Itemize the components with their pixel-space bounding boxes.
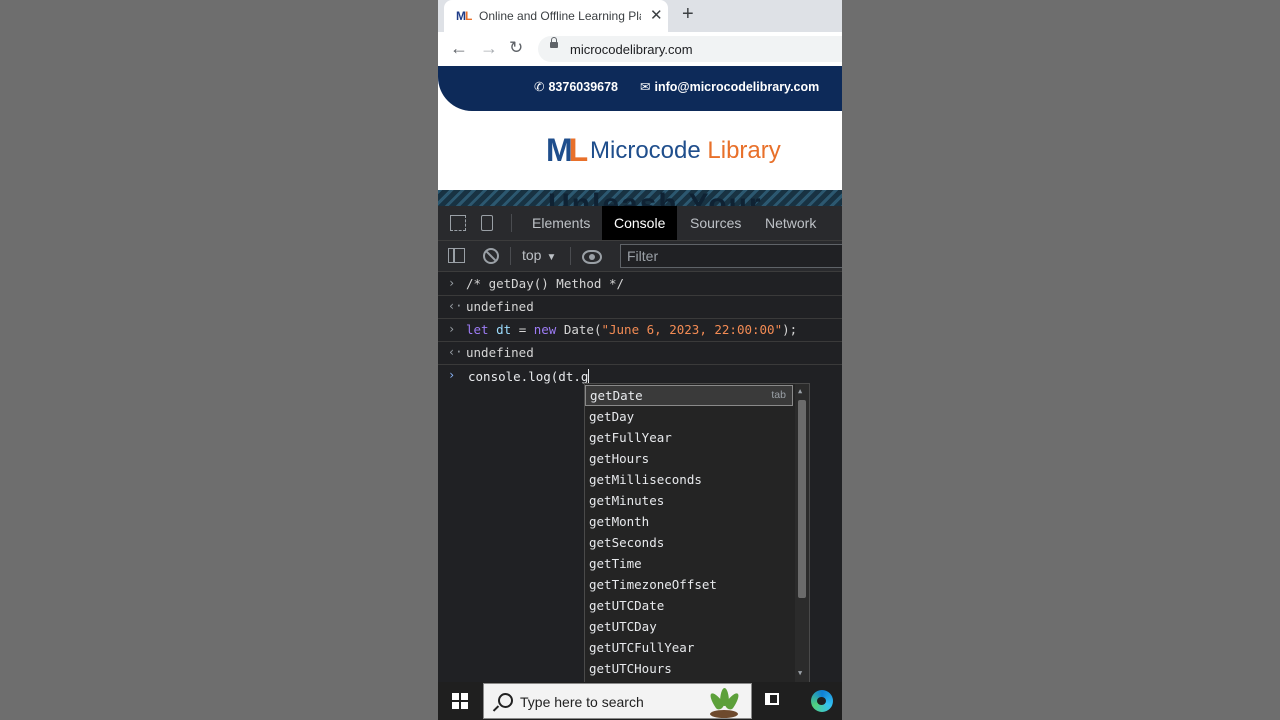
forward-arrow-icon[interactable]: → [480, 38, 498, 59]
logo-text: Microcode Library [590, 137, 781, 164]
console-result: undefined [466, 345, 534, 360]
tab-hint: tab [771, 389, 786, 401]
output-return-icon: ‹· [448, 345, 463, 359]
autocomplete-item[interactable]: getUTCFullYear [585, 637, 793, 658]
autocomplete-item[interactable]: getMonth [585, 511, 793, 532]
autocomplete-item[interactable]: getUTCHours [585, 658, 793, 679]
web-page: ✆ 8376039678 ✉ info@microcodelibrary.com M… [438, 66, 842, 206]
sidebar-toggle-icon[interactable] [448, 248, 465, 263]
divider [570, 247, 571, 265]
output-return-icon: ‹· [448, 299, 463, 313]
prompt-chevron-icon: › [448, 368, 456, 382]
site-contact-bar: ✆ 8376039678 ✉ info@microcodelibrary.com [438, 66, 842, 111]
tab-elements[interactable]: Elements [520, 206, 602, 240]
edge-browser-icon[interactable] [811, 690, 833, 712]
hero-heading: Unleash Your [548, 188, 763, 206]
autocomplete-scrollbar[interactable]: ▲ ▼ [795, 384, 809, 682]
left-background [0, 0, 438, 720]
right-background [842, 0, 1280, 720]
search-icon [498, 693, 513, 708]
live-expression-eye-icon[interactable] [582, 250, 602, 264]
email-address: info@microcodelibrary.com [654, 80, 820, 94]
autocomplete-item[interactable]: getTime [585, 553, 793, 574]
console-line: › let dt = new Date("June 6, 2023, 22:00… [438, 318, 842, 342]
divider [511, 214, 512, 232]
scroll-up-icon[interactable]: ▲ [798, 387, 802, 395]
lock-icon[interactable] [550, 37, 558, 48]
browser-toolbar: ← → ↻ microcodelibrary.com [438, 32, 842, 66]
mail-icon: ✉ [640, 80, 651, 94]
input-chevron-icon: › [448, 322, 456, 336]
search-placeholder: Type here to search [520, 694, 644, 710]
autocomplete-item[interactable]: getTimezoneOffset [585, 574, 793, 595]
tab-network[interactable]: Network [753, 206, 828, 240]
console-command: let dt = new Date("June 6, 2023, 22:00:0… [466, 322, 798, 337]
scrollbar-thumb[interactable] [798, 400, 806, 598]
console-toolbar: top ▼ [438, 241, 842, 272]
scroll-down-icon[interactable]: ▼ [798, 669, 802, 677]
contact-email[interactable]: ✉ info@microcodelibrary.com [640, 79, 819, 94]
plant-illustration-icon [704, 686, 744, 718]
task-view-icon[interactable] [765, 693, 779, 705]
console-input[interactable]: console.log(dt.g [468, 369, 590, 384]
autocomplete-item[interactable]: getDate tab [585, 385, 793, 406]
taskbar-search-box[interactable]: Type here to search [483, 683, 752, 719]
context-selector[interactable]: top ▼ [522, 247, 556, 263]
autocomplete-item[interactable]: getMinutes [585, 490, 793, 511]
autocomplete-dropdown[interactable]: getDate tab getDay getFullYear getHours g… [584, 383, 810, 683]
contact-phone[interactable]: ✆ 8376039678 [534, 79, 618, 94]
new-tab-icon[interactable]: + [682, 3, 694, 26]
autocomplete-item[interactable]: getMilliseconds [585, 469, 793, 490]
chevron-down-icon: ▼ [546, 252, 557, 263]
autocomplete-item[interactable]: getUTCDate [585, 595, 793, 616]
console-filter-input[interactable] [620, 244, 842, 268]
autocomplete-item[interactable]: getFullYear [585, 427, 793, 448]
autocomplete-item[interactable]: getDay [585, 406, 793, 427]
site-favicon-icon: ML [456, 9, 472, 23]
autocomplete-item[interactable]: getSeconds [585, 532, 793, 553]
tab-strip: ML Online and Offline Learning Platf ✕ + [438, 0, 842, 32]
close-tab-icon[interactable]: ✕ [650, 6, 663, 24]
tab-sources[interactable]: Sources [678, 206, 753, 240]
tab-console[interactable]: Console [602, 206, 678, 240]
console-line: ‹· undefined [438, 295, 842, 319]
tab-title: Online and Offline Learning Platf [479, 9, 641, 23]
phone-icon: ✆ [534, 80, 545, 94]
console-line: ‹· undefined [438, 341, 842, 365]
logo-mark-icon: ML [546, 132, 588, 168]
phone-number: 8376039678 [548, 80, 619, 94]
divider [510, 247, 511, 265]
browser-window: ML Online and Offline Learning Platf ✕ +… [438, 0, 842, 720]
autocomplete-item[interactable]: getHours [585, 448, 793, 469]
console-command: /* getDay() Method */ [466, 276, 625, 291]
back-arrow-icon[interactable]: ← [450, 38, 468, 59]
reload-icon[interactable]: ↻ [509, 38, 523, 58]
windows-taskbar: Type here to search [438, 682, 842, 720]
address-bar[interactable]: microcodelibrary.com [538, 36, 842, 62]
clear-console-icon[interactable] [483, 248, 499, 264]
inspect-element-icon[interactable] [450, 215, 466, 231]
browser-tab[interactable]: ML Online and Offline Learning Platf ✕ [444, 0, 668, 32]
autocomplete-item[interactable]: getUTCDay [585, 616, 793, 637]
device-toolbar-icon[interactable] [481, 215, 493, 231]
input-chevron-icon: › [448, 276, 456, 290]
console-line: › /* getDay() Method */ [438, 272, 842, 296]
devtools-tabbar: Elements Console Sources Network [438, 206, 842, 241]
windows-start-icon[interactable] [452, 693, 468, 709]
text-cursor [588, 369, 590, 384]
address-url[interactable]: microcodelibrary.com [570, 42, 693, 57]
console-result: undefined [466, 299, 534, 314]
console-output: › /* getDay() Method */ ‹· undefined › l… [438, 272, 842, 683]
